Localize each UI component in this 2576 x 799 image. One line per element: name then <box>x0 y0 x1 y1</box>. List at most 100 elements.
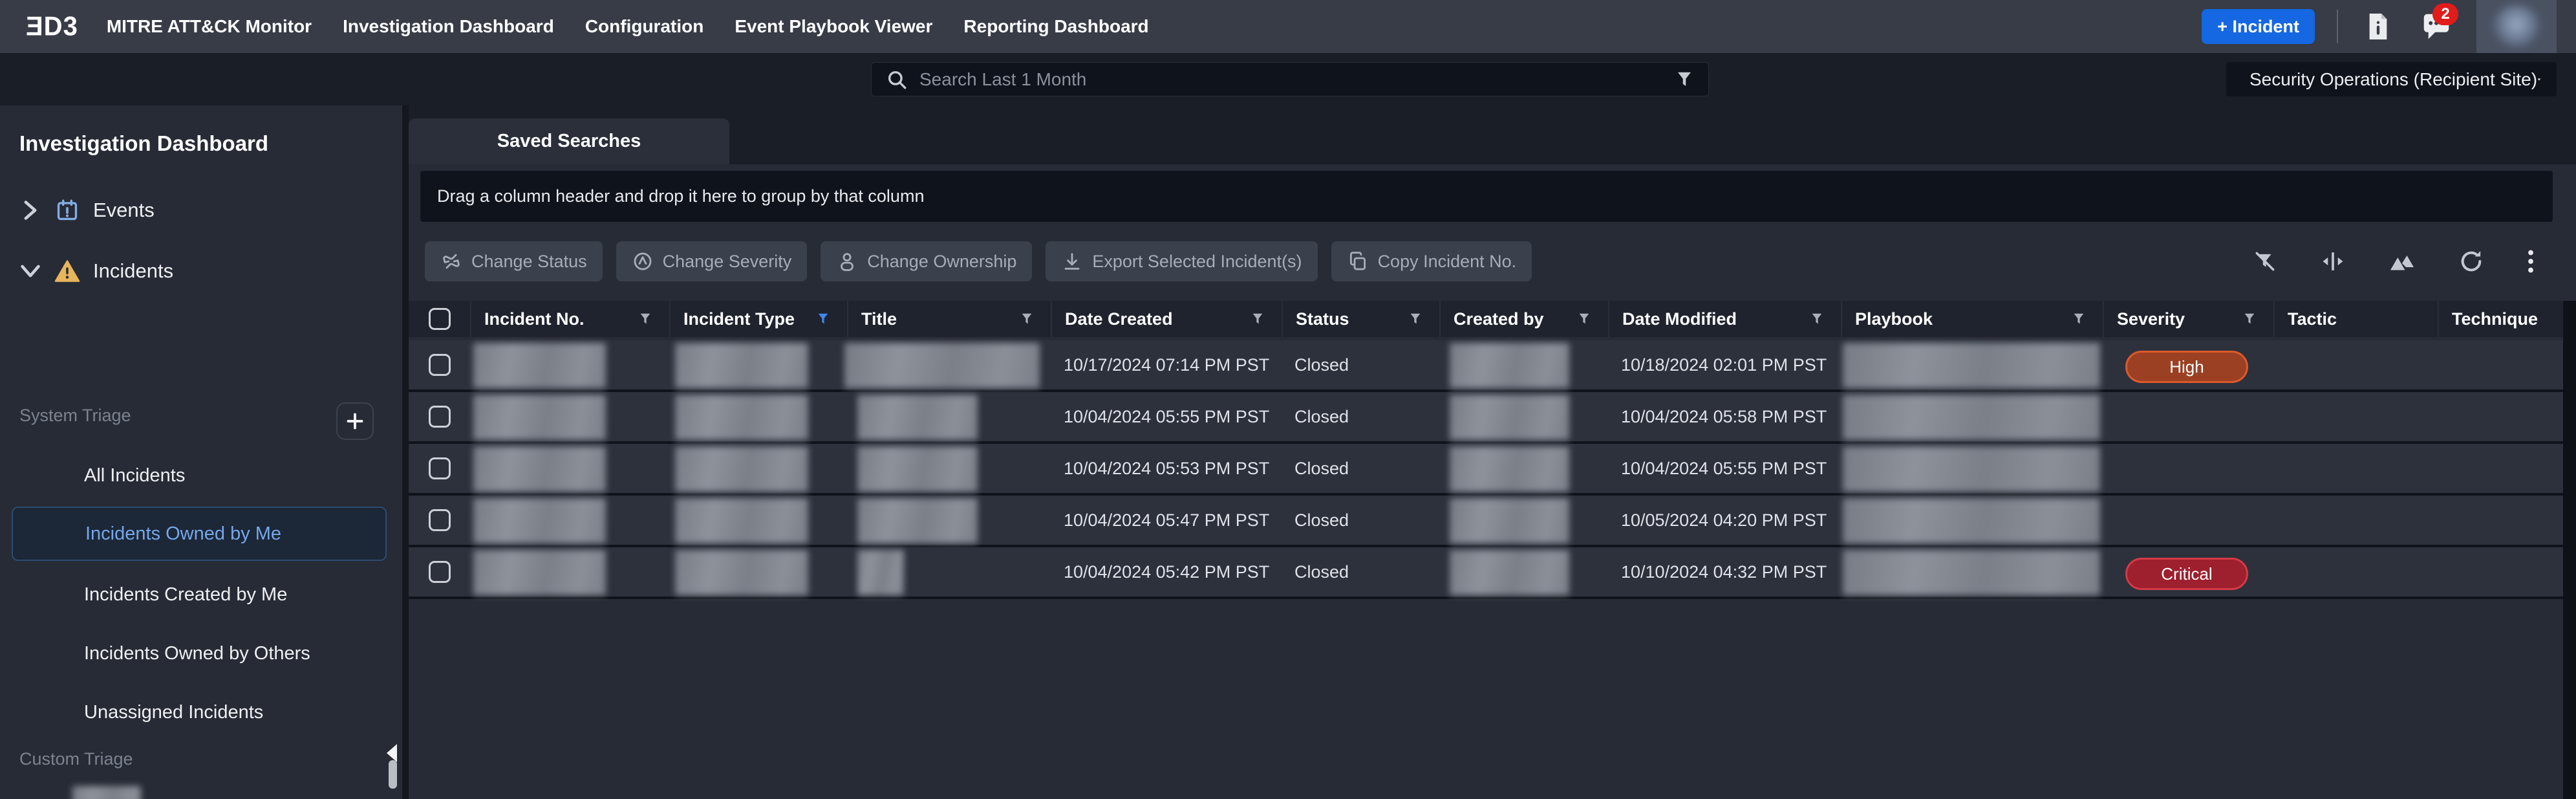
change-ownership-icon <box>836 250 858 272</box>
column-header-title[interactable]: Title <box>847 301 1051 337</box>
sidebar-collapse-handle[interactable] <box>387 744 397 762</box>
column-header-incident-type[interactable]: Incident Type <box>669 301 847 337</box>
main-nav: MITRE ATT&CK Monitor Investigation Dashb… <box>107 16 1149 37</box>
sidebar-item-events[interactable]: Events <box>0 195 402 226</box>
row-checkbox[interactable] <box>429 354 451 376</box>
filter-icon-active[interactable] <box>816 311 830 327</box>
table-row[interactable]: 10/04/2024 05:42 PM PST Closed 10/10/202… <box>409 547 2564 599</box>
incidents-main-pane: Saved Searches Drag a column header and … <box>409 105 2576 799</box>
filter-icon[interactable] <box>2072 311 2086 327</box>
column-header-technique[interactable]: Technique <box>2438 301 2552 337</box>
change-severity-icon <box>632 250 654 272</box>
row-checkbox[interactable] <box>429 406 451 428</box>
sidebar-item-incidents-owned-by-me[interactable]: Incidents Owned by Me <box>12 507 387 561</box>
sidebar-scrollbar-thumb[interactable] <box>389 760 397 789</box>
filter-icon[interactable] <box>2242 311 2257 327</box>
row-checkbox[interactable] <box>429 509 451 531</box>
system-triage-label: System Triage <box>19 406 131 426</box>
filter-icon[interactable] <box>1408 311 1422 327</box>
resize-columns-icon[interactable] <box>2320 249 2346 274</box>
export-download-icon <box>1061 250 1083 272</box>
select-all-checkbox[interactable] <box>429 308 451 330</box>
column-header-severity[interactable]: Severity <box>2103 301 2273 337</box>
autofit-columns-icon[interactable] <box>2388 250 2416 273</box>
nav-item-event-playbook-viewer[interactable]: Event Playbook Viewer <box>735 16 932 37</box>
sidebar-incidents-label: Incidents <box>93 259 173 283</box>
redacted-playbook <box>1843 498 2100 543</box>
clear-filters-icon[interactable] <box>2253 249 2277 274</box>
table-row[interactable]: 10/04/2024 05:47 PM PST Closed 10/05/202… <box>409 496 2564 547</box>
nav-item-investigation-dashboard[interactable]: Investigation Dashboard <box>343 16 554 37</box>
copy-incident-no-button[interactable]: Copy Incident No. <box>1331 241 1532 281</box>
severity-badge-critical: Critical <box>2125 558 2248 590</box>
refresh-icon[interactable] <box>2458 248 2484 274</box>
chevron-down-icon[interactable] <box>19 263 41 279</box>
filter-icon[interactable] <box>638 311 652 327</box>
chevron-right-icon[interactable] <box>19 200 41 221</box>
pane-divider[interactable] <box>402 105 409 799</box>
column-header-date-created[interactable]: Date Created <box>1051 301 1282 337</box>
nav-item-configuration[interactable]: Configuration <box>585 16 704 37</box>
sidebar-item-incidents-owned-by-others[interactable]: Incidents Owned by Others <box>84 643 310 664</box>
nav-item-mitre-attack-monitor[interactable]: MITRE ATT&CK Monitor <box>107 16 312 37</box>
column-header-date-modified[interactable]: Date Modified <box>1608 301 1841 337</box>
avatar-photo-blur <box>2492 5 2541 48</box>
redacted-playbook <box>1843 343 2100 388</box>
column-label: Created by <box>1454 309 1544 329</box>
table-row[interactable]: 10/04/2024 05:55 PM PST Closed 10/04/202… <box>409 392 2564 444</box>
tab-saved-searches[interactable]: Saved Searches <box>409 118 729 164</box>
export-selected-incidents-button[interactable]: Export Selected Incident(s) <box>1046 241 1317 281</box>
change-severity-button[interactable]: Change Severity <box>616 241 808 281</box>
page-body: Investigation Dashboard Events <box>0 105 2576 799</box>
column-header-created-by[interactable]: Created by <box>1439 301 1608 337</box>
cell-status: Closed <box>1282 340 1439 389</box>
table-row[interactable]: 10/17/2024 07:14 PM PST Closed 10/18/202… <box>409 340 2564 392</box>
sidebar-item-unassigned-incidents[interactable]: Unassigned Incidents <box>84 702 263 723</box>
row-checkbox[interactable] <box>429 457 451 479</box>
change-ownership-button[interactable]: Change Ownership <box>821 241 1032 281</box>
change-status-label: Change Status <box>471 252 587 272</box>
site-selector-dropdown[interactable]: Security Operations (Recipient Site) <box>2226 62 2557 96</box>
search-filter-icon[interactable] <box>1675 69 1694 90</box>
column-label: Incident Type <box>683 309 795 329</box>
custom-triage-item[interactable] <box>0 785 402 799</box>
investigation-dashboard-app: ƎD3 MITRE ATT&CK Monitor Investigation D… <box>0 0 2576 799</box>
change-status-button[interactable]: Change Status <box>425 241 603 281</box>
filter-icon[interactable] <box>1577 311 1591 327</box>
site-selector-value: Security Operations (Recipient Site) <box>2249 69 2537 90</box>
sidebar-item-incidents-created-by-me[interactable]: Incidents Created by Me <box>84 584 287 606</box>
page-title: Investigation Dashboard <box>19 131 268 156</box>
column-header-playbook[interactable]: Playbook <box>1841 301 2103 337</box>
column-header-incident-no[interactable]: Incident No. <box>470 301 669 337</box>
table-vertical-scrollbar[interactable] <box>2563 301 2576 799</box>
column-label: Playbook <box>1855 309 1933 329</box>
search-input[interactable] <box>919 69 1675 90</box>
events-calendar-icon <box>53 198 81 223</box>
column-label: Technique <box>2452 309 2538 329</box>
nav-item-reporting-dashboard[interactable]: Reporting Dashboard <box>963 16 1148 37</box>
row-checkbox[interactable] <box>429 561 451 583</box>
cell-date-modified: 10/18/2024 02:01 PM PST <box>1608 340 1841 389</box>
column-label: Date Created <box>1065 309 1173 329</box>
filter-icon[interactable] <box>1810 311 1824 327</box>
global-search-bar[interactable] <box>871 62 1709 96</box>
more-options-kebab-icon[interactable] <box>2527 248 2535 274</box>
redacted-title <box>857 395 978 440</box>
group-by-drop-zone[interactable]: Drag a column header and drop it here to… <box>420 171 2553 222</box>
chat-notifications-button[interactable]: 2 <box>2418 8 2454 45</box>
redacted-incident-no <box>473 446 606 492</box>
column-header-tactic[interactable]: Tactic <box>2273 301 2438 337</box>
table-row[interactable]: 10/04/2024 05:53 PM PST Closed 10/04/202… <box>409 444 2564 496</box>
incidents-warning-icon <box>53 259 81 283</box>
sidebar-item-incidents[interactable]: Incidents <box>0 256 402 287</box>
release-notes-icon[interactable] <box>2360 8 2396 45</box>
filter-icon[interactable] <box>1020 311 1034 327</box>
sidebar-item-all-incidents[interactable]: All Incidents <box>84 465 185 487</box>
redacted-playbook <box>1843 446 2100 492</box>
add-incident-view-button[interactable] <box>336 402 374 440</box>
user-avatar[interactable] <box>2476 0 2557 53</box>
column-header-status[interactable]: Status <box>1282 301 1439 337</box>
filter-icon[interactable] <box>1250 311 1265 327</box>
new-incident-button[interactable]: + Incident <box>2202 9 2315 44</box>
cell-status: Closed <box>1282 496 1439 545</box>
